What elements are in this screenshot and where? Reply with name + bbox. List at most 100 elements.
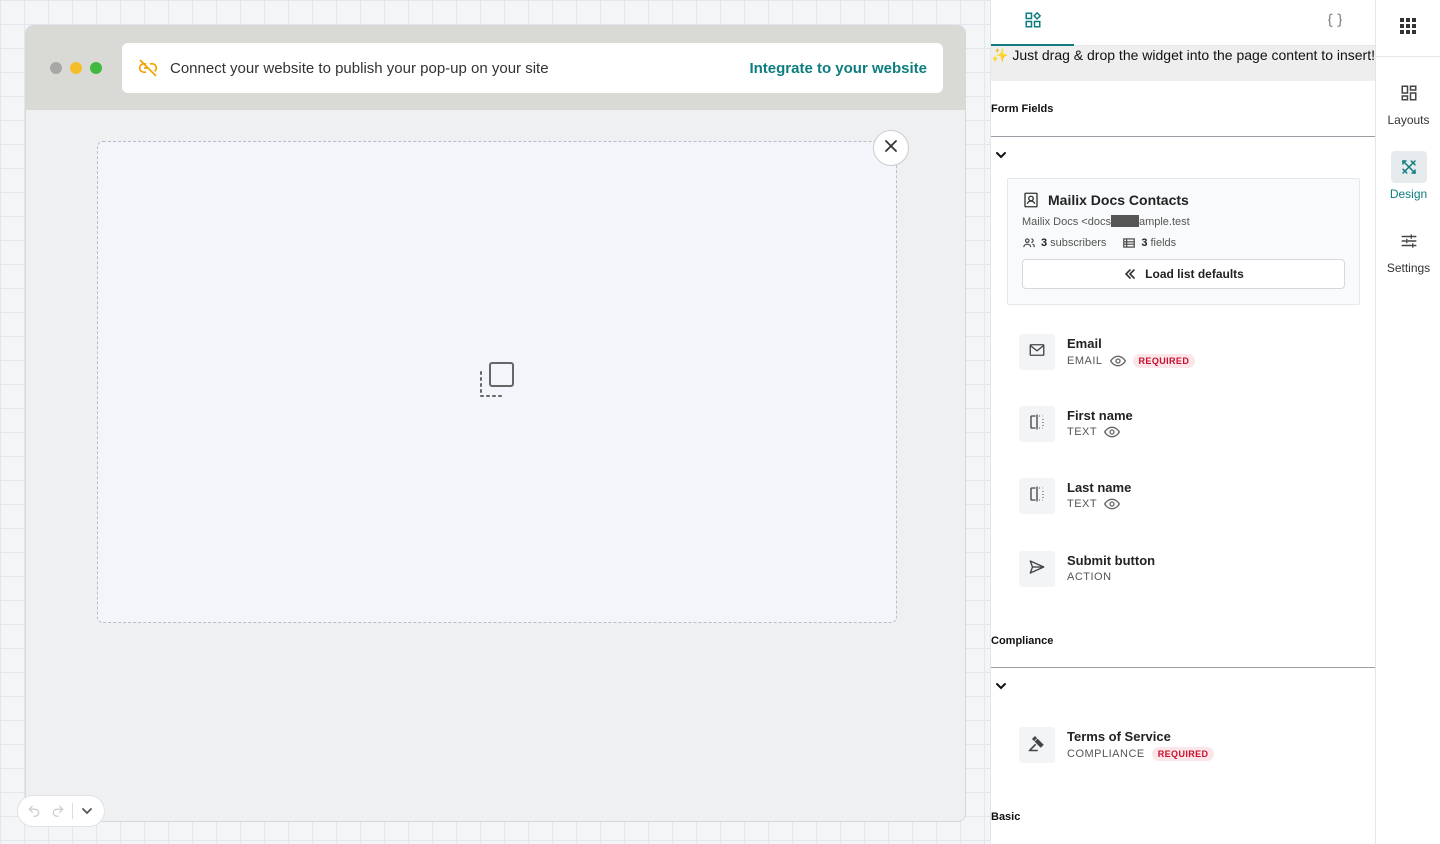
field-icon-box [1019,551,1055,587]
rail-item-label: Settings [1386,261,1431,275]
code-braces-icon [1326,12,1344,35]
rail-item-design[interactable]: Design [1376,151,1440,201]
undo-icon[interactable] [24,801,44,821]
right-rail: Layouts Design Settings [1375,0,1440,844]
collapse-chevron-icon[interactable] [993,147,1009,163]
field-type: TEXT [1067,426,1098,438]
field-name: Email [1067,336,1102,351]
required-badge: REQUIRED [1132,354,1196,368]
apps-grid-icon [1400,17,1416,39]
unlink-icon [138,58,158,78]
redaction-block [1110,215,1139,227]
send-icon [1028,558,1046,581]
field-type: EMAIL [1067,355,1103,367]
collapse-chevron-icon[interactable] [993,678,1009,694]
field-last-name[interactable]: Last name TEXT [1019,478,1359,518]
field-meta: EMAIL REQUIRED [1067,354,1196,368]
field-name: First name [1067,408,1133,423]
field-terms-of-service[interactable]: Terms of Service COMPLIANCE REQUIRED [1019,727,1359,767]
text-field-icon [1028,485,1046,508]
apps-grid-button[interactable] [1376,0,1440,57]
gavel-icon [1028,734,1046,757]
section-compliance: Compliance [991,632,1376,668]
fields-label: fields [1150,237,1177,249]
drag-drop-hint: ✨ Just drag & drop the widget into the p… [991,46,1375,81]
field-meta: COMPLIANCE REQUIRED [1067,747,1215,761]
field-submit-button[interactable]: Submit button ACTION [1019,551,1359,591]
integrate-website-link[interactable]: Integrate to your website [749,60,927,77]
list-sender: Mailix Docs <docs ample.test [1022,215,1345,228]
fields-stat: 3 fields [1122,236,1176,250]
fields-count: 3 [1141,237,1148,249]
section-form-fields: Form Fields [991,100,1376,137]
contacts-book-icon [1022,191,1040,209]
window-controls [50,62,102,74]
required-badge: REQUIRED [1151,747,1215,761]
layouts-icon [1391,77,1427,109]
field-icon-box [1019,478,1055,514]
empty-layout-icon [477,360,517,405]
field-type: COMPLIANCE [1067,748,1145,760]
section-title: Compliance [991,635,1054,647]
redo-icon[interactable] [48,801,68,821]
sender-suffix: ample.test [1138,216,1190,228]
subscribers-count: 3 [1041,237,1048,249]
eye-icon[interactable] [1104,498,1121,510]
envelope-icon [1028,341,1046,364]
list-stats: 3 subscribers 3 fields [1022,236,1345,250]
sender-prefix: Mailix Docs <docs [1022,216,1111,228]
field-name: Terms of Service [1067,729,1171,744]
field-type: ACTION [1067,571,1112,583]
browser-toolbar: Connect your website to publish your pop… [26,26,965,110]
connect-website-message: Connect your website to publish your pop… [170,59,549,77]
list-card: Mailix Docs Contacts Mailix Docs <docs am… [1007,178,1360,305]
list-title-text: Mailix Docs Contacts [1048,192,1189,208]
history-dropdown-icon[interactable] [77,801,97,821]
field-meta: TEXT [1067,426,1121,438]
section-title: Form Fields [991,103,1054,115]
rail-item-label: Layouts [1387,113,1430,127]
section-basic-title: Basic [991,811,1021,823]
list-title: Mailix Docs Contacts [1022,191,1345,209]
field-icon-box [1019,334,1055,370]
text-field-icon [1028,413,1046,436]
panel-tabs [991,0,1375,46]
load-button-label: Load list defaults [1145,267,1244,281]
rail-item-layouts[interactable]: Layouts [1376,77,1440,127]
field-meta: ACTION [1067,571,1112,583]
subscribers-label: subscribers [1050,237,1107,249]
tab-code[interactable] [1319,0,1351,46]
load-list-defaults-button[interactable]: Load list defaults [1022,259,1345,289]
fields-list-icon [1122,236,1136,250]
widgets-panel: ✨ Just drag & drop the widget into the p… [990,0,1376,844]
subscribers-stat: 3 subscribers [1022,236,1106,250]
field-meta: TEXT [1067,498,1121,510]
chevrons-left-icon [1123,267,1137,281]
field-first-name[interactable]: First name TEXT [1019,406,1359,446]
browser-preview-frame: Connect your website to publish your pop… [25,25,966,822]
url-bar: Connect your website to publish your pop… [122,43,943,93]
eye-icon[interactable] [1104,426,1121,438]
field-type: TEXT [1067,498,1098,510]
window-dot-gray [50,62,62,74]
history-controls [17,795,105,827]
tab-widgets[interactable] [991,0,1074,46]
field-icon-box [1019,406,1055,442]
sliders-icon [1391,225,1427,257]
field-icon-box [1019,727,1055,763]
field-name: Submit button [1067,553,1156,568]
people-icon [1022,236,1036,250]
widgets-icon [1024,11,1042,34]
field-name: Last name [1067,480,1132,495]
window-dot-green [90,62,102,74]
divider [72,803,73,819]
popup-close-button[interactable] [873,130,909,166]
eye-icon[interactable] [1109,355,1126,367]
design-icon [1390,151,1427,183]
popup-drop-zone[interactable] [97,141,897,623]
rail-item-settings[interactable]: Settings [1376,225,1440,275]
rail-item-label: Design [1389,187,1428,201]
window-dot-yellow [70,62,82,74]
close-icon [884,139,898,158]
field-email[interactable]: Email EMAIL REQUIRED [1019,334,1359,374]
